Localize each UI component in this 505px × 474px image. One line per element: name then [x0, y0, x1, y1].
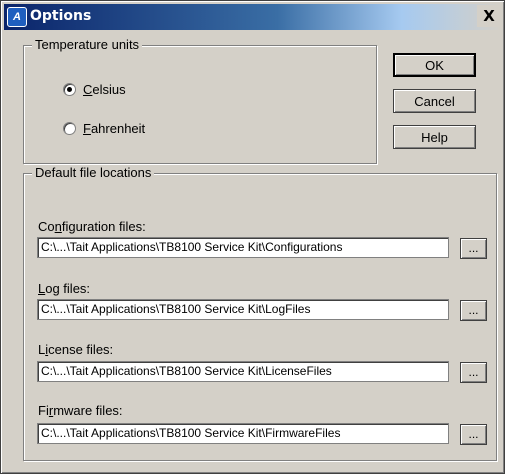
options-dialog: A Options X Temperature units Celsius Fa…	[0, 0, 505, 474]
window-title: Options	[30, 8, 92, 24]
default-file-locations-label: Default file locations	[32, 165, 155, 180]
configuration-files-label: Configuration files:	[38, 219, 146, 234]
temperature-units-label: Temperature units	[32, 37, 143, 52]
firmware-browse-button[interactable]: ...	[460, 424, 487, 445]
help-button[interactable]: Help	[393, 125, 476, 149]
cancel-button[interactable]: Cancel	[393, 89, 476, 113]
radio-circle	[63, 83, 76, 96]
fahrenheit-label: Fahrenheit	[83, 121, 146, 136]
configuration-files-input[interactable]: C:\...\Tait Applications\TB8100 Service …	[37, 237, 449, 258]
radio-selected-dot	[67, 87, 72, 92]
license-files-label: License files:	[38, 342, 114, 357]
license-files-input[interactable]: C:\...\Tait Applications\TB8100 Service …	[37, 361, 449, 382]
temperature-units-group: Temperature units Celsius Fahrenheit	[23, 37, 377, 164]
license-browse-button[interactable]: ...	[460, 362, 487, 383]
configuration-browse-button[interactable]: ...	[460, 238, 487, 259]
log-files-input[interactable]: C:\...\Tait Applications\TB8100 Service …	[37, 299, 449, 320]
title-bar[interactable]: A Options X	[4, 4, 501, 30]
app-icon: A	[7, 7, 27, 27]
close-icon[interactable]: X	[477, 5, 501, 27]
radio-circle	[63, 122, 76, 135]
log-files-label: Log files:	[38, 281, 91, 296]
celsius-label: Celsius	[83, 82, 126, 97]
firmware-files-label: Firmware files:	[38, 403, 123, 418]
firmware-files-input[interactable]: C:\...\Tait Applications\TB8100 Service …	[37, 423, 449, 444]
ok-button[interactable]: OK	[393, 53, 476, 77]
log-browse-button[interactable]: ...	[460, 300, 487, 321]
